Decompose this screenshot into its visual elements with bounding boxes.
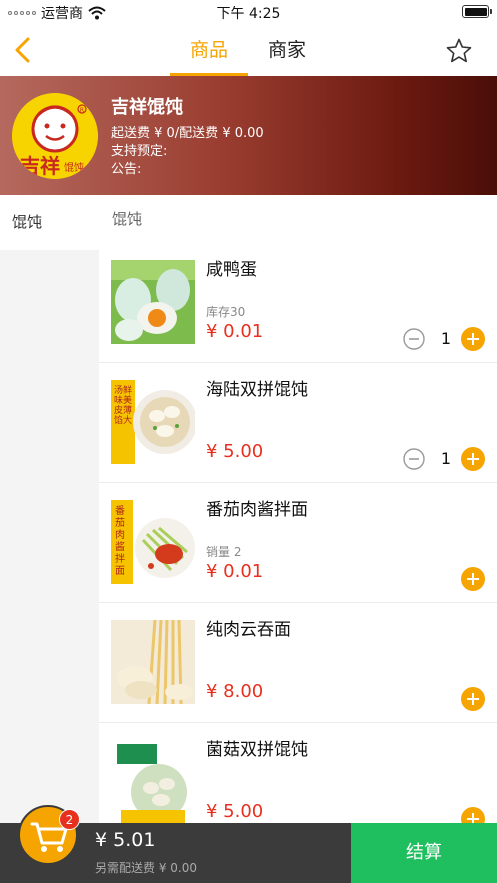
checkout-button[interactable]: 结算	[351, 823, 497, 883]
plus-circle-icon[interactable]	[461, 567, 485, 591]
back-arrow-icon[interactable]	[10, 36, 38, 64]
delivery-fee-text: 起送费 ¥ 0/配送费 ¥ 0.00	[111, 126, 264, 141]
svg-text:R: R	[80, 107, 84, 114]
store-logo: R 吉祥 馄饨	[12, 93, 98, 179]
reservation-text: 支持预定:	[111, 144, 168, 159]
status-bar: 运营商 下午 4:25	[0, 0, 497, 24]
plus-circle-icon[interactable]	[461, 447, 485, 471]
battery-icon	[462, 5, 492, 18]
plus-circle-icon[interactable]	[461, 327, 485, 351]
product-name: 菌菇双拼馄饨	[206, 740, 308, 760]
tab-products[interactable]: 商品	[170, 24, 248, 76]
store-header: R 吉祥 馄饨 吉祥馄饨 起送费 ¥ 0/配送费 ¥ 0.00 支持预定: 公告…	[0, 76, 497, 195]
cart-count-badge: 2	[59, 809, 80, 830]
product-price: ¥ 8.00	[206, 681, 264, 702]
product-row[interactable]: 番茄肉酱拌面 番茄肉酱拌面 销量 2 ¥ 0.01	[99, 483, 497, 603]
product-price: ¥ 5.00	[206, 801, 264, 822]
product-name: 纯肉云吞面	[206, 620, 291, 640]
nav-tabs: 商品 商家	[170, 24, 326, 76]
notice-text: 公告:	[111, 162, 142, 177]
minus-circle-icon[interactable]	[403, 448, 425, 470]
plus-circle-icon[interactable]	[461, 687, 485, 711]
product-image-salted-egg[interactable]	[111, 260, 195, 344]
product-name: 番茄肉酱拌面	[206, 500, 308, 520]
product-row[interactable]: 咸鸭蛋 库存30 ¥ 0.01 1	[99, 243, 497, 363]
tab-merchant[interactable]: 商家	[248, 24, 326, 76]
status-time: 下午 4:25	[216, 6, 281, 22]
product-price: ¥ 5.00	[206, 441, 264, 462]
category-sidebar: 馄饨	[0, 195, 99, 823]
product-image-wonton-noodles[interactable]	[111, 620, 195, 704]
product-price: ¥ 0.01	[206, 561, 264, 582]
logo-text: 吉祥	[20, 154, 60, 178]
list-section-header: 馄饨	[99, 195, 497, 243]
cart-total: ¥ 5.01	[95, 829, 156, 851]
nav-bar: 商品 商家	[0, 24, 497, 76]
product-stock: 库存30	[206, 305, 246, 319]
favorite-star-icon[interactable]	[445, 37, 473, 65]
product-image-tomato-noodles[interactable]: 番茄肉酱拌面	[111, 500, 195, 584]
product-sales: 销量 2	[206, 545, 242, 559]
store-name: 吉祥馄饨	[111, 97, 183, 118]
quantity-value: 1	[440, 449, 452, 468]
product-price: ¥ 0.01	[206, 321, 264, 342]
logo-subtext: 馄饨	[64, 163, 84, 174]
image-caption: 番茄肉酱拌面	[115, 506, 125, 577]
product-list[interactable]: 馄饨 咸鸭蛋 库存30 ¥ 0.01 1 汤鲜味美 皮薄馅大 海陆双拼馄饨 ¥ …	[99, 195, 497, 823]
cart-delivery-note: 另需配送费 ¥ 0.00	[95, 861, 197, 875]
product-image-wonton-bowl[interactable]: 汤鲜味美 皮薄馅大	[111, 380, 195, 464]
plus-circle-icon[interactable]	[461, 807, 485, 823]
quantity-value: 1	[440, 329, 452, 348]
product-row[interactable]: 纯肉云吞面 ¥ 8.00	[99, 603, 497, 723]
product-row[interactable]: 汤鲜味美 皮薄馅大 海陆双拼馄饨 ¥ 5.00 1	[99, 363, 497, 483]
product-row[interactable]: 菌菇双拼馄饨 ¥ 5.00	[99, 723, 497, 823]
product-image-mushroom-wonton[interactable]	[111, 740, 195, 823]
minus-circle-icon[interactable]	[403, 328, 425, 350]
image-caption: 汤鲜味美 皮薄馅大	[114, 386, 133, 426]
product-name: 咸鸭蛋	[206, 260, 257, 280]
sidebar-item-wonton[interactable]: 馄饨	[0, 195, 99, 250]
product-name: 海陆双拼馄饨	[206, 380, 308, 400]
